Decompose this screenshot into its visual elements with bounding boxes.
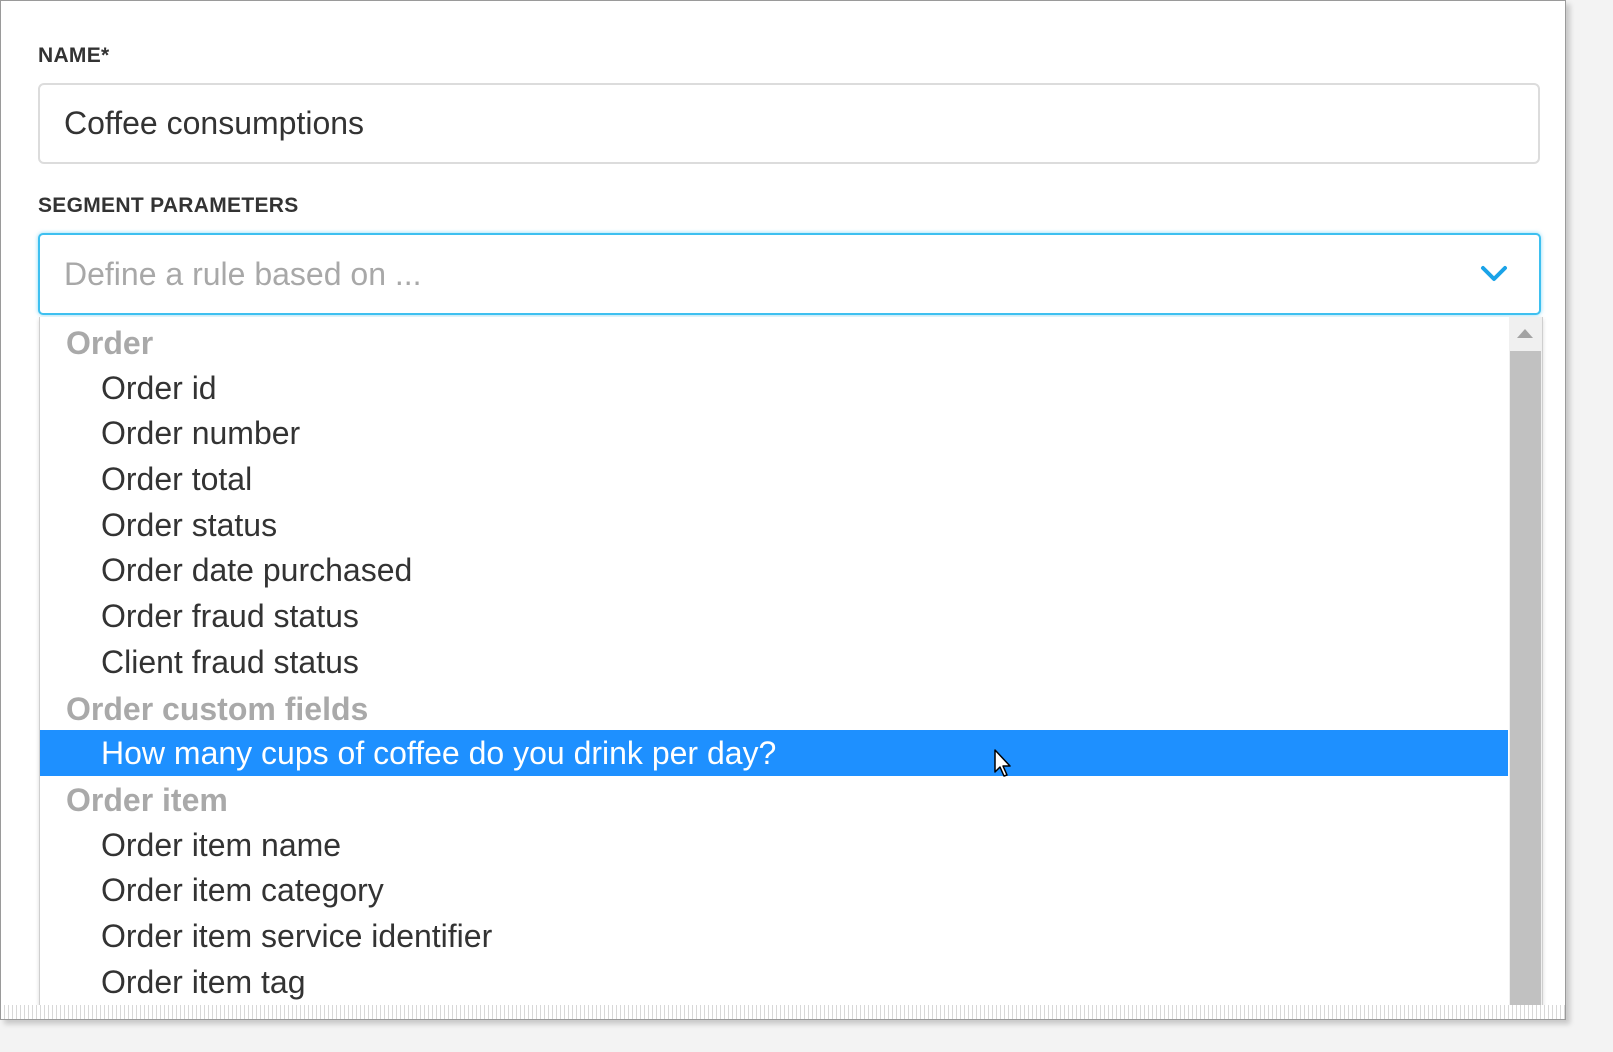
dropdown-option-highlighted[interactable]: How many cups of coffee do you drink per… [40, 730, 1508, 776]
dropdown-option[interactable]: Order total [40, 456, 1508, 502]
dropdown-option[interactable]: Order item name [40, 822, 1508, 868]
scrollbar-thumb[interactable] [1510, 351, 1541, 1017]
form-panel: NAME* Coffee consumptions SEGMENT PARAME… [0, 0, 1566, 1020]
dropdown-option[interactable]: Order id [40, 365, 1508, 411]
segment-parameters-label: SEGMENT PARAMETERS [38, 194, 299, 217]
segment-rule-select[interactable]: Define a rule based on ... [38, 233, 1541, 315]
option-group-label: Order item [66, 781, 228, 818]
segment-rule-dropdown: Order Order id Order number Order total Orde… [39, 317, 1543, 1017]
name-label: NAME* [38, 44, 110, 67]
name-input[interactable]: Coffee consumptions [38, 83, 1540, 164]
dropdown-option[interactable]: Order date purchased [40, 547, 1508, 593]
segment-rule-placeholder: Define a rule based on ... [64, 256, 422, 292]
option-group-label: Order [66, 325, 154, 361]
dropdown-option[interactable]: Order fraud status [40, 593, 1508, 639]
dropdown-scrollbar[interactable] [1509, 317, 1542, 1017]
mouse-cursor-icon [994, 749, 1011, 777]
dropdown-option[interactable]: Order item tag [40, 959, 1508, 1005]
option-group-label: Order custom fields [66, 690, 369, 727]
dropdown-option[interactable]: Order item service identifier [40, 913, 1508, 959]
dropdown-option[interactable]: Order item category [40, 867, 1508, 913]
chevron-down-icon[interactable] [1479, 259, 1509, 289]
dropdown-option-list: Order Order id Order number Order total Orde… [40, 319, 1508, 1004]
dropdown-option[interactable]: Order status [40, 502, 1508, 548]
dropdown-option[interactable]: Order number [40, 410, 1508, 456]
scroll-up-arrow-icon[interactable] [1509, 317, 1542, 351]
torn-edge [1, 1005, 1565, 1019]
dropdown-option[interactable]: Client fraud status [40, 639, 1508, 685]
